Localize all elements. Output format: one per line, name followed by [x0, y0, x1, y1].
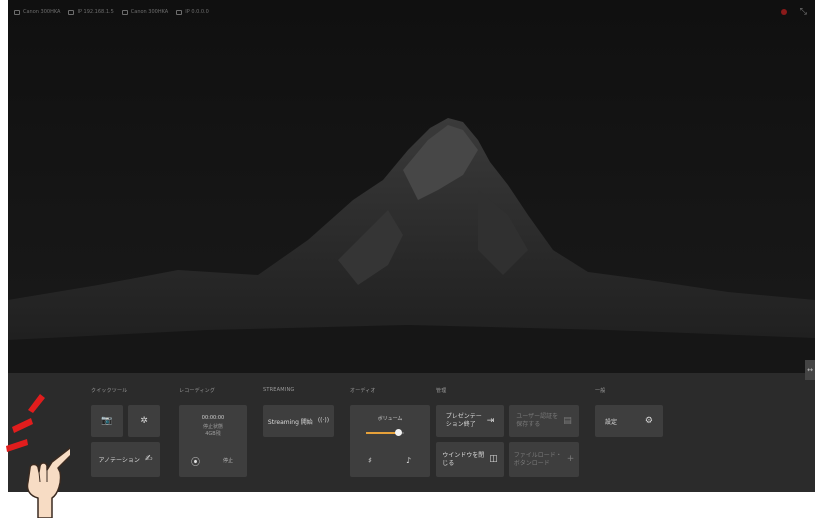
- recording-storage: 4GB残: [205, 431, 221, 437]
- recording-state: 停止状態: [202, 424, 223, 430]
- save-icon: ▤: [563, 415, 572, 426]
- section-label-audio: オーディオ: [350, 388, 376, 394]
- status-display: Canon 300HKA: [121, 9, 168, 15]
- status-ip: IP 192.168.1.5: [68, 9, 114, 15]
- quick-settings-button[interactable]: ✲: [128, 405, 160, 437]
- status-camera: Canon 300HKA: [14, 9, 60, 15]
- close-window-label: ウインドウを閉 じる: [442, 451, 485, 467]
- speaker-icon[interactable]: ♪: [406, 456, 411, 465]
- broadcast-icon: ((·)): [317, 417, 330, 424]
- pointing-hand-icon: [6, 394, 70, 518]
- gear-icon: ✲: [140, 415, 148, 426]
- section-label-quick-tools: クイックツール: [91, 388, 128, 394]
- ip-icon: [176, 9, 183, 15]
- expand-icon[interactable]: ⤡: [800, 7, 807, 17]
- app-window: Canon 300HKA IP 192.168.1.5 Canon 300HKA…: [8, 0, 815, 492]
- volume-slider-fill: [366, 432, 399, 434]
- camera-icon: 📷: [101, 415, 113, 426]
- audio-panel: ボリューム ♯ ♪: [350, 405, 430, 477]
- recording-indicator-icon: [781, 9, 787, 15]
- annotation-label: アノテーション: [98, 457, 140, 464]
- status-ip-2: IP 0.0.0.0: [176, 9, 209, 15]
- section-label-streaming: STREAMING: [263, 387, 295, 393]
- section-label-recording: レコーディング: [179, 388, 216, 394]
- mountain-wallpaper: [8, 0, 815, 376]
- save-user-auth-button[interactable]: ユーザー認証を 保存する ▤: [509, 405, 579, 437]
- end-presentation-button[interactable]: プレゼンテー ション終了 ⇥: [436, 405, 504, 437]
- pen-icon: ✍: [144, 454, 153, 464]
- microphone-icon[interactable]: ♯: [368, 456, 372, 465]
- streaming-start-button[interactable]: Streaming 開始 ((·)): [263, 405, 334, 437]
- section-label-general: 一般: [595, 388, 606, 394]
- save-user-auth-label: ユーザー認証を 保存する: [516, 413, 559, 428]
- file-load-button[interactable]: ファイルロード・ ボタンロード +: [509, 442, 579, 477]
- file-load-label: ファイルロード・ ボタンロード: [513, 451, 562, 467]
- recording-time: 00:00:00: [201, 415, 225, 421]
- status-bar: Canon 300HKA IP 192.168.1.5 Canon 300HKA…: [8, 0, 815, 24]
- toolbar-panel: クイックツール レコーディング STREAMING オーディオ 管理 一般 📷 …: [8, 373, 815, 492]
- snapshot-button[interactable]: 📷: [91, 405, 123, 437]
- volume-slider-handle[interactable]: [395, 429, 403, 436]
- section-label-manage: 管理: [436, 388, 447, 394]
- ip-icon: [68, 9, 75, 15]
- settings-button[interactable]: 設定 ⚙: [595, 405, 663, 437]
- streaming-label: Streaming 開始: [267, 418, 313, 426]
- monitor-icon: [121, 9, 128, 15]
- record-start-icon[interactable]: ⦿: [191, 455, 200, 468]
- side-panel-toggle[interactable]: ↔: [805, 360, 815, 380]
- hand-icon: [26, 447, 70, 518]
- annotation-button[interactable]: アノテーション ✍: [91, 442, 160, 477]
- camera-icon: [14, 9, 20, 15]
- attention-burst-icon: [6, 394, 45, 452]
- recording-panel: 00:00:00 停止状態 4GB残 ⦿ 停止: [179, 405, 247, 477]
- record-stop-button[interactable]: 停止: [223, 457, 233, 464]
- gear-icon: ⚙: [644, 415, 653, 426]
- end-presentation-label: プレゼンテー ション終了: [445, 413, 482, 428]
- settings-label: 設定: [605, 418, 618, 426]
- volume-slider[interactable]: [366, 429, 404, 436]
- window-icon: ◫: [489, 454, 498, 464]
- exit-icon: ⇥: [486, 415, 495, 426]
- volume-label: ボリューム: [377, 416, 403, 422]
- close-window-button[interactable]: ウインドウを閉 じる ◫: [436, 442, 504, 477]
- plus-icon: +: [566, 454, 575, 464]
